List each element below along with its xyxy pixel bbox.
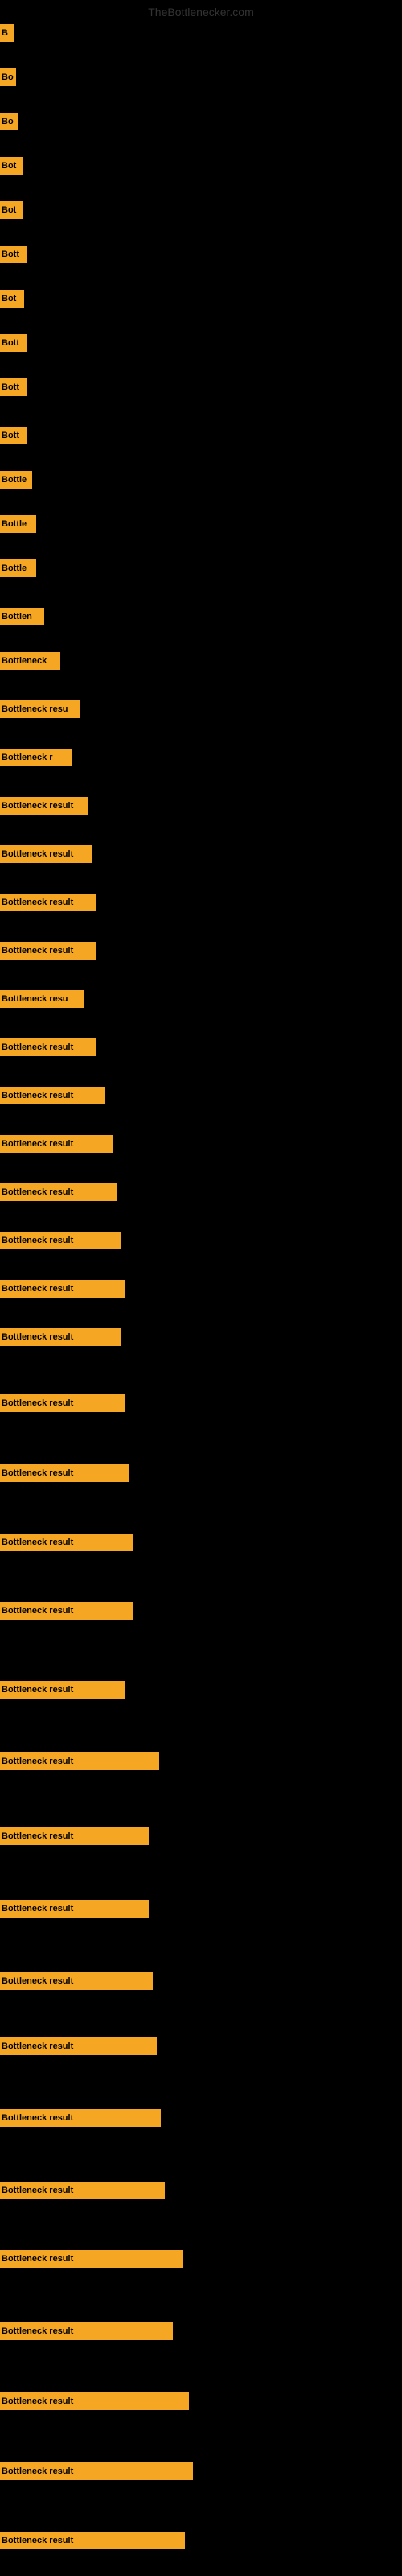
bottleneck-bar: Bottleneck r — [0, 749, 72, 766]
bottleneck-bar: Bottleneck result — [0, 1038, 96, 1056]
bottleneck-bar: Bottleneck result — [0, 1972, 153, 1990]
bottleneck-bar: Bottleneck result — [0, 2322, 173, 2340]
bottleneck-bar: Bottleneck resu — [0, 700, 80, 718]
bottleneck-bar: Bottleneck result — [0, 845, 92, 863]
bottleneck-bar: Bott — [0, 334, 27, 352]
bottleneck-bar: Bottleneck result — [0, 2182, 165, 2199]
bottleneck-bar: Bottleneck result — [0, 1534, 133, 1551]
bottleneck-bar: Bottleneck result — [0, 2250, 183, 2268]
bottleneck-bar: Bottleneck — [0, 652, 60, 670]
bottleneck-bar: Bot — [0, 201, 23, 219]
bottleneck-bar: Bottleneck result — [0, 1681, 125, 1699]
bottleneck-bar: Bottleneck result — [0, 2532, 185, 2549]
bottleneck-bar: Bottleneck result — [0, 1394, 125, 1412]
bottleneck-bar: Bo — [0, 68, 16, 86]
bottleneck-bar: Bot — [0, 157, 23, 175]
bottleneck-bar: Bottleneck result — [0, 2037, 157, 2055]
bottleneck-bar: Bottleneck result — [0, 1135, 113, 1153]
bottleneck-bar: Bottle — [0, 471, 32, 489]
bottleneck-bar: Bottleneck result — [0, 2392, 189, 2410]
bottleneck-bar: B — [0, 24, 14, 42]
bottleneck-bar: Bottleneck result — [0, 1752, 159, 1770]
bottleneck-bar: Bottleneck result — [0, 1602, 133, 1620]
bottleneck-bar: Bott — [0, 378, 27, 396]
bottleneck-bar: Bottleneck result — [0, 1827, 149, 1845]
bottleneck-bar: Bottleneck result — [0, 942, 96, 960]
bottleneck-bar: Bottlen — [0, 608, 44, 625]
bottleneck-bar: Bottleneck result — [0, 1900, 149, 1918]
bottleneck-bar: Bottleneck result — [0, 1087, 105, 1104]
bottleneck-bar: Bott — [0, 427, 27, 444]
bottleneck-bar: Bottleneck result — [0, 797, 88, 815]
bottleneck-bar: Bottleneck result — [0, 894, 96, 911]
bottleneck-bar: Bottle — [0, 559, 36, 577]
bottleneck-bar: Bottleneck result — [0, 1280, 125, 1298]
bottleneck-bar: Bottleneck result — [0, 2109, 161, 2127]
bottleneck-bar: Bottle — [0, 515, 36, 533]
bottleneck-bar: Bo — [0, 113, 18, 130]
bottleneck-bar: Bottleneck result — [0, 1232, 121, 1249]
bottleneck-bar: Bottleneck result — [0, 2462, 193, 2480]
bottleneck-bar: Bottleneck result — [0, 1328, 121, 1346]
bottleneck-bar: Bot — [0, 290, 24, 308]
bottleneck-bar: Bottleneck result — [0, 1464, 129, 1482]
bottleneck-bar: Bottleneck result — [0, 1183, 117, 1201]
bottleneck-bar: Bott — [0, 246, 27, 263]
site-title: TheBottlenecker.com — [144, 4, 258, 20]
bottleneck-bar: Bottleneck resu — [0, 990, 84, 1008]
